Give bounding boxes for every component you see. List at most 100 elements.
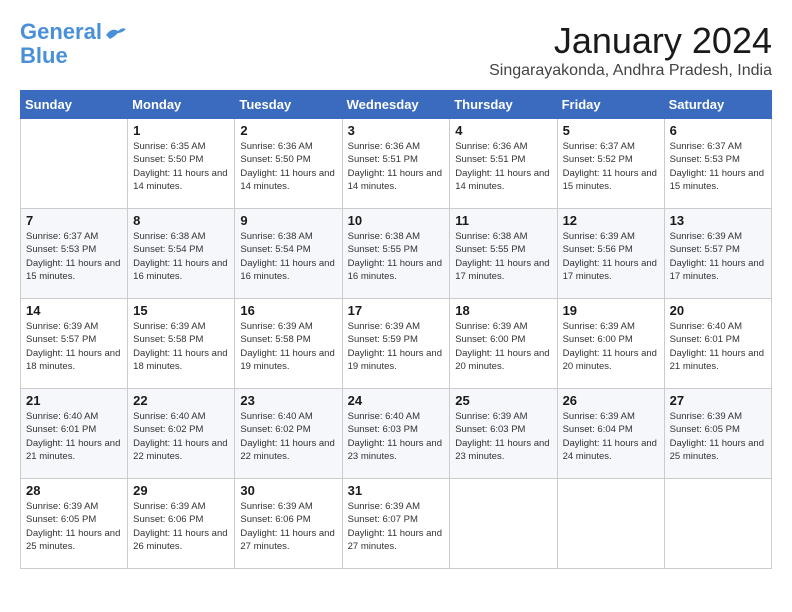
day-number: 10 <box>348 213 445 228</box>
day-info: Sunrise: 6:39 AMSunset: 6:06 PMDaylight:… <box>133 500 229 553</box>
logo-bird-icon <box>104 25 128 45</box>
day-number: 25 <box>455 393 551 408</box>
day-number: 7 <box>26 213 122 228</box>
day-number: 6 <box>670 123 766 138</box>
day-info: Sunrise: 6:39 AMSunset: 5:58 PMDaylight:… <box>133 320 229 373</box>
weekday-header-tuesday: Tuesday <box>235 91 342 119</box>
day-info: Sunrise: 6:36 AMSunset: 5:51 PMDaylight:… <box>455 140 551 193</box>
day-info: Sunrise: 6:39 AMSunset: 5:58 PMDaylight:… <box>240 320 336 373</box>
day-info: Sunrise: 6:38 AMSunset: 5:55 PMDaylight:… <box>348 230 445 283</box>
calendar-cell: 10 Sunrise: 6:38 AMSunset: 5:55 PMDayligh… <box>342 209 450 299</box>
day-info: Sunrise: 6:37 AMSunset: 5:52 PMDaylight:… <box>563 140 659 193</box>
day-number: 3 <box>348 123 445 138</box>
day-number: 12 <box>563 213 659 228</box>
day-number: 8 <box>133 213 229 228</box>
day-number: 9 <box>240 213 336 228</box>
day-info: Sunrise: 6:37 AMSunset: 5:53 PMDaylight:… <box>670 140 766 193</box>
calendar-cell: 27 Sunrise: 6:39 AMSunset: 6:05 PMDayligh… <box>664 389 771 479</box>
day-number: 26 <box>563 393 659 408</box>
calendar-cell <box>21 119 128 209</box>
calendar-week-row: 1Sunrise: 6:35 AMSunset: 5:50 PMDaylight… <box>21 119 772 209</box>
calendar-week-row: 14Sunrise: 6:39 AMSunset: 5:57 PMDayligh… <box>21 299 772 389</box>
calendar-cell: 15 Sunrise: 6:39 AMSunset: 5:58 PMDayligh… <box>128 299 235 389</box>
calendar-cell: 28 Sunrise: 6:39 AMSunset: 6:05 PMDayligh… <box>21 479 128 569</box>
title-section: January 2024 Singarayakonda, Andhra Prad… <box>489 20 772 80</box>
calendar-cell: 5 Sunrise: 6:37 AMSunset: 5:52 PMDaylight… <box>557 119 664 209</box>
logo: GeneralBlue <box>20 20 128 68</box>
calendar-cell: 24Sunrise: 6:40 AMSunset: 6:03 PMDayligh… <box>342 389 450 479</box>
day-number: 20 <box>670 303 766 318</box>
weekday-header-monday: Monday <box>128 91 235 119</box>
weekday-header-row: SundayMondayTuesdayWednesdayThursdayFrid… <box>21 91 772 119</box>
day-info: Sunrise: 6:39 AMSunset: 6:07 PMDaylight:… <box>348 500 445 553</box>
day-info: Sunrise: 6:39 AMSunset: 5:57 PMDaylight:… <box>26 320 122 373</box>
day-number: 5 <box>563 123 659 138</box>
day-number: 13 <box>670 213 766 228</box>
month-title: January 2024 <box>489 20 772 62</box>
day-info: Sunrise: 6:38 AMSunset: 5:54 PMDaylight:… <box>133 230 229 283</box>
calendar-cell: 11 Sunrise: 6:38 AMSunset: 5:55 PMDayligh… <box>450 209 557 299</box>
day-info: Sunrise: 6:36 AMSunset: 5:50 PMDaylight:… <box>240 140 336 193</box>
calendar-cell: 19 Sunrise: 6:39 AMSunset: 6:00 PMDayligh… <box>557 299 664 389</box>
day-info: Sunrise: 6:38 AMSunset: 5:54 PMDaylight:… <box>240 230 336 283</box>
day-number: 4 <box>455 123 551 138</box>
calendar-cell: 25 Sunrise: 6:39 AMSunset: 6:03 PMDayligh… <box>450 389 557 479</box>
calendar-cell: 7 Sunrise: 6:37 AMSunset: 5:53 PMDaylight… <box>21 209 128 299</box>
day-info: Sunrise: 6:39 AMSunset: 6:00 PMDaylight:… <box>455 320 551 373</box>
location-title: Singarayakonda, Andhra Pradesh, India <box>489 62 772 80</box>
calendar-cell: 22 Sunrise: 6:40 AMSunset: 6:02 PMDayligh… <box>128 389 235 479</box>
day-info: Sunrise: 6:38 AMSunset: 5:55 PMDaylight:… <box>455 230 551 283</box>
calendar-cell <box>664 479 771 569</box>
day-info: Sunrise: 6:40 AMSunset: 6:02 PMDaylight:… <box>133 410 229 463</box>
calendar-cell: 8 Sunrise: 6:38 AMSunset: 5:54 PMDaylight… <box>128 209 235 299</box>
day-number: 31 <box>348 483 445 498</box>
day-number: 16 <box>240 303 336 318</box>
calendar-cell: 29Sunrise: 6:39 AMSunset: 6:06 PMDayligh… <box>128 479 235 569</box>
calendar-cell: 21 Sunrise: 6:40 AMSunset: 6:01 PMDayligh… <box>21 389 128 479</box>
day-number: 22 <box>133 393 229 408</box>
logo-text: GeneralBlue <box>20 20 102 68</box>
day-info: Sunrise: 6:39 AMSunset: 6:06 PMDaylight:… <box>240 500 336 553</box>
page-header: GeneralBlue January 2024 Singarayakonda,… <box>20 20 772 80</box>
calendar-cell: 3 Sunrise: 6:36 AMSunset: 5:51 PMDaylight… <box>342 119 450 209</box>
calendar-cell: 13 Sunrise: 6:39 AMSunset: 5:57 PMDayligh… <box>664 209 771 299</box>
weekday-header-sunday: Sunday <box>21 91 128 119</box>
calendar-cell <box>557 479 664 569</box>
calendar-week-row: 21 Sunrise: 6:40 AMSunset: 6:01 PMDayligh… <box>21 389 772 479</box>
day-info: Sunrise: 6:36 AMSunset: 5:51 PMDaylight:… <box>348 140 445 193</box>
day-info: Sunrise: 6:39 AMSunset: 6:00 PMDaylight:… <box>563 320 659 373</box>
calendar-cell: 31 Sunrise: 6:39 AMSunset: 6:07 PMDayligh… <box>342 479 450 569</box>
day-info: Sunrise: 6:39 AMSunset: 6:05 PMDaylight:… <box>670 410 766 463</box>
calendar-cell: 16 Sunrise: 6:39 AMSunset: 5:58 PMDayligh… <box>235 299 342 389</box>
calendar-cell: 30Sunrise: 6:39 AMSunset: 6:06 PMDayligh… <box>235 479 342 569</box>
calendar-cell: 17Sunrise: 6:39 AMSunset: 5:59 PMDayligh… <box>342 299 450 389</box>
day-info: Sunrise: 6:39 AMSunset: 6:04 PMDaylight:… <box>563 410 659 463</box>
calendar-week-row: 28 Sunrise: 6:39 AMSunset: 6:05 PMDayligh… <box>21 479 772 569</box>
day-number: 19 <box>563 303 659 318</box>
day-number: 28 <box>26 483 122 498</box>
calendar-cell: 1Sunrise: 6:35 AMSunset: 5:50 PMDaylight… <box>128 119 235 209</box>
day-info: Sunrise: 6:39 AMSunset: 5:57 PMDaylight:… <box>670 230 766 283</box>
weekday-header-thursday: Thursday <box>450 91 557 119</box>
calendar-table: SundayMondayTuesdayWednesdayThursdayFrid… <box>20 90 772 569</box>
weekday-header-saturday: Saturday <box>664 91 771 119</box>
day-number: 18 <box>455 303 551 318</box>
calendar-cell: 9 Sunrise: 6:38 AMSunset: 5:54 PMDaylight… <box>235 209 342 299</box>
day-info: Sunrise: 6:40 AMSunset: 6:01 PMDaylight:… <box>26 410 122 463</box>
day-number: 11 <box>455 213 551 228</box>
day-number: 1 <box>133 123 229 138</box>
calendar-cell: 14Sunrise: 6:39 AMSunset: 5:57 PMDayligh… <box>21 299 128 389</box>
day-number: 21 <box>26 393 122 408</box>
calendar-cell: 20Sunrise: 6:40 AMSunset: 6:01 PMDayligh… <box>664 299 771 389</box>
calendar-week-row: 7 Sunrise: 6:37 AMSunset: 5:53 PMDaylight… <box>21 209 772 299</box>
day-info: Sunrise: 6:39 AMSunset: 6:05 PMDaylight:… <box>26 500 122 553</box>
day-number: 27 <box>670 393 766 408</box>
calendar-cell: 12Sunrise: 6:39 AMSunset: 5:56 PMDayligh… <box>557 209 664 299</box>
day-number: 15 <box>133 303 229 318</box>
day-number: 24 <box>348 393 445 408</box>
day-info: Sunrise: 6:39 AMSunset: 6:03 PMDaylight:… <box>455 410 551 463</box>
calendar-cell: 23Sunrise: 6:40 AMSunset: 6:02 PMDayligh… <box>235 389 342 479</box>
day-info: Sunrise: 6:37 AMSunset: 5:53 PMDaylight:… <box>26 230 122 283</box>
calendar-cell: 6 Sunrise: 6:37 AMSunset: 5:53 PMDaylight… <box>664 119 771 209</box>
day-info: Sunrise: 6:39 AMSunset: 5:59 PMDaylight:… <box>348 320 445 373</box>
